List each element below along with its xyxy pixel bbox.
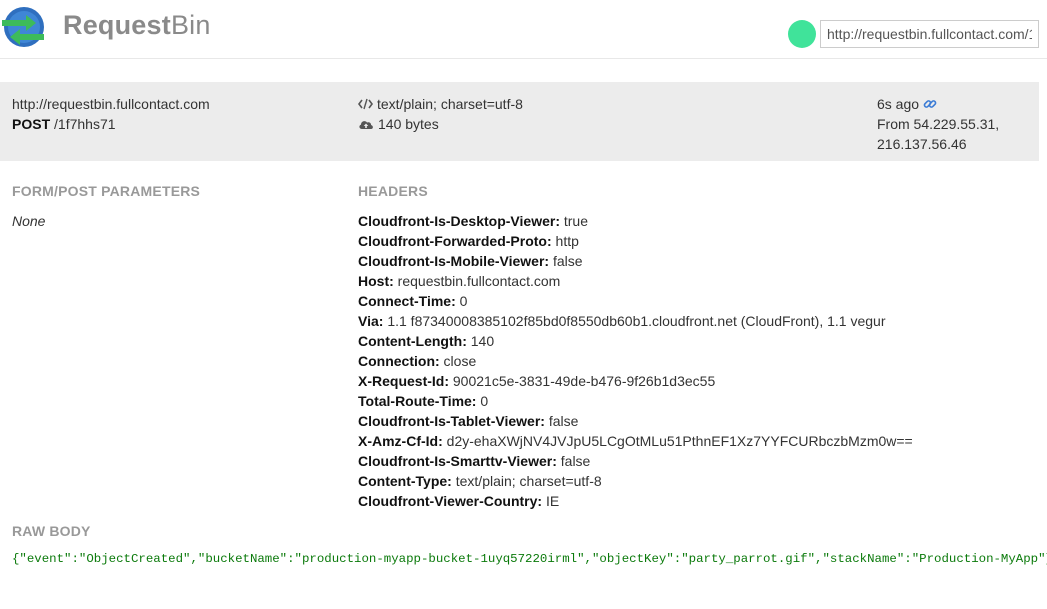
header-row: Host: requestbin.fullcontact.com bbox=[358, 271, 913, 291]
header-key: X-Request-Id: bbox=[358, 373, 449, 389]
header-row: Total-Route-Time: 0 bbox=[358, 391, 913, 411]
request-target: http://requestbin.fullcontact.com POST /… bbox=[12, 94, 210, 134]
header-row: Cloudfront-Is-Desktop-Viewer: true bbox=[358, 211, 913, 231]
header-key: Cloudfront-Is-Desktop-Viewer: bbox=[358, 213, 560, 229]
form-params-title: FORM/POST PARAMETERS bbox=[12, 183, 201, 199]
headers-title: HEADERS bbox=[358, 183, 428, 199]
bin-url-field[interactable] bbox=[820, 20, 1039, 48]
time-row: 6s ago bbox=[877, 94, 1027, 114]
header-row: Cloudfront-Viewer-Country: IE bbox=[358, 491, 913, 511]
cloud-upload-icon bbox=[359, 121, 373, 129]
header-row: X-Request-Id: 90021c5e-3831-49de-b476-9f… bbox=[358, 371, 913, 391]
header-value: close bbox=[439, 353, 477, 369]
request-content-info: text/plain; charset=utf-8 140 bytes bbox=[358, 94, 523, 134]
header-row: Cloudfront-Is-Tablet-Viewer: false bbox=[358, 411, 913, 431]
header-value: IE bbox=[542, 493, 560, 509]
header-key: Content-Length: bbox=[358, 333, 467, 349]
raw-body-content: {"event":"ObjectCreated","bucketName":"p… bbox=[12, 552, 1047, 566]
header-key: Cloudfront-Forwarded-Proto: bbox=[358, 233, 552, 249]
header-row: Connection: close bbox=[358, 351, 913, 371]
header-row: Cloudfront-Is-Mobile-Viewer: false bbox=[358, 251, 913, 271]
requestbin-logo-icon[interactable] bbox=[0, 6, 46, 48]
header-key: Cloudfront-Is-Smarttv-Viewer: bbox=[358, 453, 557, 469]
header-value: 140 bbox=[466, 333, 495, 349]
brand-bold: Request bbox=[63, 10, 171, 40]
header-key: Connect-Time: bbox=[358, 293, 456, 309]
header-key: Content-Type: bbox=[358, 473, 452, 489]
top-header: RequestBin bbox=[0, 0, 1047, 59]
header-key: Via: bbox=[358, 313, 384, 329]
code-icon bbox=[358, 98, 373, 110]
permalink-icon[interactable] bbox=[923, 97, 937, 111]
request-meta: 6s ago From 54.229.55.31, 216.137.56.46 bbox=[877, 94, 1027, 154]
header-value: 0 bbox=[476, 393, 489, 409]
request-from-line1: From 54.229.55.31, bbox=[877, 116, 1000, 132]
request-line: POST /1f7hhs71 bbox=[12, 114, 210, 134]
header-value: text/plain; charset=utf-8 bbox=[451, 473, 602, 489]
header-key: Cloudfront-Viewer-Country: bbox=[358, 493, 543, 509]
content-type-row: text/plain; charset=utf-8 bbox=[358, 94, 523, 114]
header-value: false bbox=[556, 453, 591, 469]
header-key: Cloudfront-Is-Mobile-Viewer: bbox=[358, 253, 550, 269]
request-host: http://requestbin.fullcontact.com bbox=[12, 96, 210, 112]
header-key: X-Amz-Cf-Id: bbox=[358, 433, 443, 449]
header-value: false bbox=[544, 413, 579, 429]
header-key: Host: bbox=[358, 273, 394, 289]
header-key: Connection: bbox=[358, 353, 440, 369]
header-value: 90021c5e-3831-49de-b476-9f26b1d3ec55 bbox=[449, 373, 716, 389]
request-time-ago: 6s ago bbox=[877, 96, 920, 112]
header-key: Cloudfront-Is-Tablet-Viewer: bbox=[358, 413, 545, 429]
brand-title[interactable]: RequestBin bbox=[63, 10, 211, 41]
request-from-line2: 216.137.56.46 bbox=[877, 136, 967, 152]
headers-list: Cloudfront-Is-Desktop-Viewer: true Cloud… bbox=[358, 211, 913, 511]
header-row: Cloudfront-Forwarded-Proto: http bbox=[358, 231, 913, 251]
header-row: Cloudfront-Is-Smarttv-Viewer: false bbox=[358, 451, 913, 471]
header-value: 1.1 f87340008385102f85bd0f8550db60b1.clo… bbox=[383, 313, 886, 329]
header-key: Total-Route-Time: bbox=[358, 393, 477, 409]
header-value: 0 bbox=[455, 293, 468, 309]
header-row: Content-Length: 140 bbox=[358, 331, 913, 351]
request-method: POST bbox=[12, 116, 51, 132]
header-row: Connect-Time: 0 bbox=[358, 291, 913, 311]
header-value: requestbin.fullcontact.com bbox=[393, 273, 561, 289]
header-row: Via: 1.1 f87340008385102f85bd0f8550db60b… bbox=[358, 311, 913, 331]
header-value: true bbox=[559, 213, 588, 229]
raw-body-title: RAW BODY bbox=[12, 523, 91, 539]
header-row: X-Amz-Cf-Id: d2y-ehaXWjNV4JVJpU5LCgOtMLu… bbox=[358, 431, 913, 451]
header-value: http bbox=[551, 233, 579, 249]
header-value: false bbox=[549, 253, 583, 269]
brand-light: Bin bbox=[170, 10, 211, 40]
request-summary: http://requestbin.fullcontact.com POST /… bbox=[0, 82, 1039, 161]
request-path: /1f7hhs71 bbox=[54, 116, 116, 132]
content-size: 140 bytes bbox=[378, 116, 439, 132]
content-type: text/plain; charset=utf-8 bbox=[377, 96, 523, 112]
content-size-row: 140 bytes bbox=[358, 114, 523, 134]
form-params-value: None bbox=[12, 213, 46, 229]
header-row: Content-Type: text/plain; charset=utf-8 bbox=[358, 471, 913, 491]
header-value: d2y-ehaXWjNV4JVJpU5LCgOtMLu51PthnEF1Xz7Y… bbox=[442, 433, 913, 449]
bin-status-indicator bbox=[788, 20, 816, 48]
